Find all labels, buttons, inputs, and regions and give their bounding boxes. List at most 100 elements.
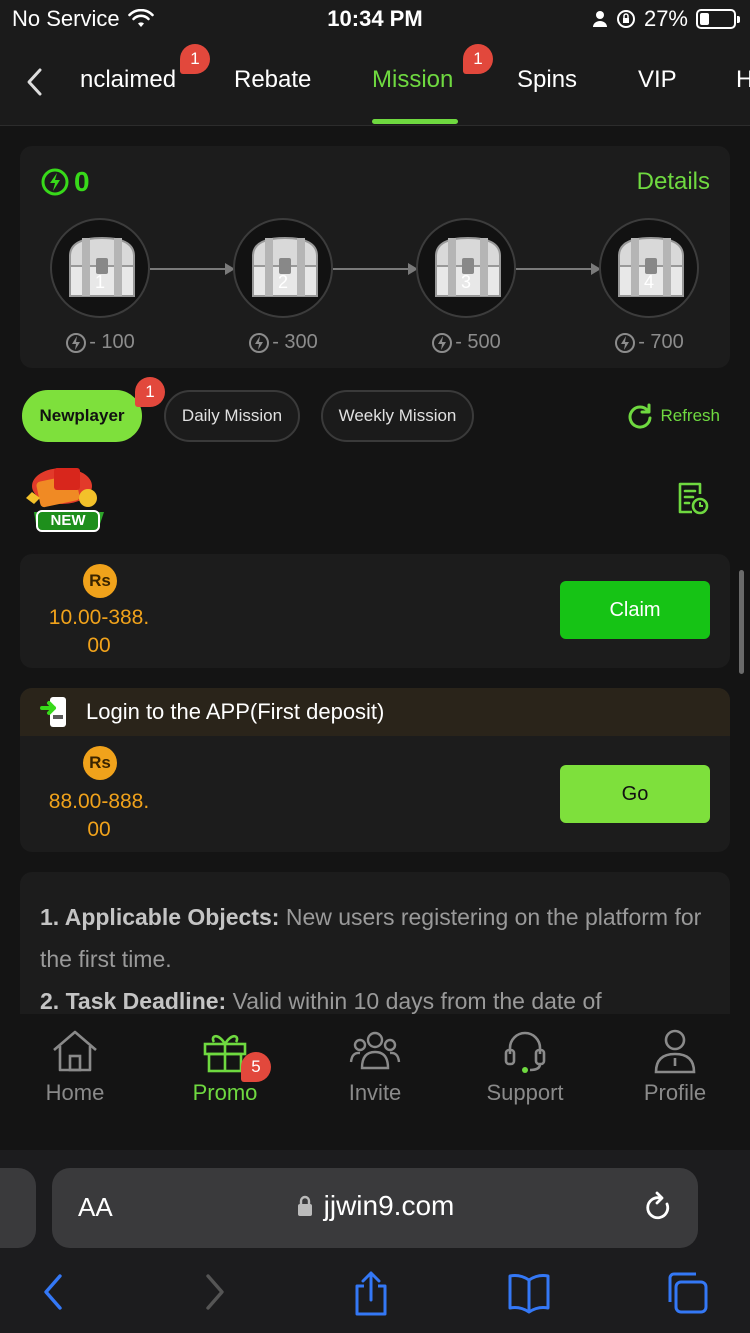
new-gift-illustration: NEW xyxy=(18,464,114,534)
chest-number: 1 xyxy=(94,272,105,292)
filter-daily-mission[interactable]: Daily Mission xyxy=(164,390,300,442)
lightning-points-icon xyxy=(41,168,69,196)
filter-weekly-mission[interactable]: Weekly Mission xyxy=(321,390,474,442)
previous-tab-preview[interactable] xyxy=(0,1168,36,1248)
treasure-chest-2[interactable]: 2 xyxy=(233,218,333,318)
nav-label: Home xyxy=(45,1080,105,1105)
reward-line: 00 xyxy=(87,818,111,841)
chest-cost-value: - 700 xyxy=(638,331,684,353)
status-right: 27% xyxy=(592,6,740,32)
refresh-label: Refresh xyxy=(660,406,720,425)
nav-label: Promo xyxy=(192,1080,258,1105)
tab-rebate[interactable]: Rebate xyxy=(234,66,311,94)
rupee-coin-icon: Rs xyxy=(83,746,117,780)
chest-cost-4: - 700 xyxy=(599,331,699,354)
profile-icon xyxy=(654,1029,696,1074)
home-icon xyxy=(53,1030,97,1072)
mission-reward: 88.00-888. 00 xyxy=(40,788,158,844)
chest-cost-value: - 100 xyxy=(89,331,135,353)
address-bar[interactable]: AA jjwin9.com xyxy=(52,1168,698,1248)
chest-number: 2 xyxy=(277,272,288,292)
mission-points-panel: 0 Details 1 2 3 4 - 100 - 300 - 500 - 70… xyxy=(20,146,730,368)
claim-button[interactable]: Claim xyxy=(560,581,710,639)
headset-icon xyxy=(504,1031,546,1073)
person-icon xyxy=(592,11,607,27)
tab-unclaimed[interactable]: nclaimed xyxy=(80,66,176,94)
tab-vip[interactable]: VIP xyxy=(638,66,677,94)
mission-title-bar: Login to the APP(First deposit) xyxy=(20,688,730,736)
lightning-cost-icon xyxy=(66,332,87,353)
browser-forward-icon[interactable] xyxy=(198,1270,232,1314)
refresh-button[interactable]: Refresh xyxy=(626,402,720,430)
scrollbar[interactable] xyxy=(739,570,744,674)
new-label: NEW xyxy=(36,510,100,532)
nav-invite[interactable]: Invite xyxy=(300,1028,450,1106)
reward-line: 00 xyxy=(87,634,111,657)
chest-cost-3: - 500 xyxy=(416,331,516,354)
treasure-chest-1[interactable]: 1 xyxy=(50,218,150,318)
nav-label: Profile xyxy=(643,1080,707,1105)
tabs-icon[interactable] xyxy=(664,1270,710,1316)
lightning-cost-icon xyxy=(615,332,636,353)
nav-promo[interactable]: Promo xyxy=(150,1028,300,1106)
chest-cost-2: - 300 xyxy=(233,331,333,354)
reward-line: 88.00-888. xyxy=(48,790,150,813)
bottom-nav: Home Promo 5 Invite Support Profile xyxy=(0,1014,750,1150)
lightning-cost-icon xyxy=(249,332,270,353)
mission-history-icon[interactable] xyxy=(676,480,710,516)
tab-spins[interactable]: Spins xyxy=(517,66,577,94)
details-link[interactable]: Details xyxy=(637,168,710,196)
nav-label: Invite xyxy=(348,1080,402,1105)
app-login-icon xyxy=(40,697,66,727)
progress-arrow xyxy=(333,263,418,275)
treasure-chest-3[interactable]: 3 xyxy=(416,218,516,318)
browser-toolbar: AA jjwin9.com xyxy=(0,1150,750,1333)
url-display[interactable]: jjwin9.com xyxy=(52,1190,698,1222)
rule-text: Valid within 10 days from the date of xyxy=(226,988,602,1014)
refresh-icon xyxy=(629,403,652,429)
progress-arrow xyxy=(516,263,601,275)
battery-percent: 27% xyxy=(643,6,688,31)
rule-item: 1. Applicable Objects: New users registe… xyxy=(40,896,710,980)
bookmarks-icon[interactable] xyxy=(506,1270,552,1314)
tab-unclaimed-badge: 1 xyxy=(180,44,210,74)
treasure-chest-4[interactable]: 4 xyxy=(599,218,699,318)
back-chevron-icon[interactable] xyxy=(20,64,50,100)
tab-mission-badge: 1 xyxy=(463,44,493,74)
points-display: 0 xyxy=(40,166,90,198)
points-value: 0 xyxy=(74,166,90,197)
go-button[interactable]: Go xyxy=(560,765,710,823)
lock-icon xyxy=(297,1195,312,1216)
chest-number: 3 xyxy=(460,272,471,292)
browser-nav-tools xyxy=(0,1270,750,1330)
reload-icon[interactable] xyxy=(642,1190,674,1224)
chest-cost-value: - 300 xyxy=(272,331,318,353)
nav-support[interactable]: Support xyxy=(450,1028,600,1106)
mission-title: Login to the APP(First deposit) xyxy=(86,699,385,724)
reward-line: 10.00-388. xyxy=(48,606,150,629)
lightning-cost-icon xyxy=(432,332,453,353)
orientation-lock-icon xyxy=(616,10,635,28)
filter-newplayer[interactable]: Newplayer xyxy=(22,390,142,442)
invite-icon xyxy=(349,1031,401,1070)
chest-cost-1: - 100 xyxy=(50,331,150,354)
battery-icon xyxy=(696,9,740,29)
progress-arrow xyxy=(150,263,235,275)
rupee-coin-icon: Rs xyxy=(83,564,117,598)
chest-number: 4 xyxy=(643,272,654,292)
nav-profile[interactable]: Profile xyxy=(600,1028,750,1106)
nav-home[interactable]: Home xyxy=(0,1028,150,1106)
browser-back-icon[interactable] xyxy=(36,1270,70,1314)
promo-badge: 5 xyxy=(241,1052,271,1082)
status-bar: No Service 10:34 PM 27% xyxy=(0,0,750,38)
mission-card-2: Login to the APP(First deposit) Rs 88.00… xyxy=(20,688,730,852)
rule-heading: 2. Task Deadline: xyxy=(40,988,227,1014)
app-content: nclaimed 1 Rebate Mission 1 Spins VIP H … xyxy=(0,38,750,1150)
nav-label: Support xyxy=(486,1080,564,1105)
active-tab-indicator xyxy=(372,119,458,124)
tab-more[interactable]: H xyxy=(736,66,750,94)
mission-reward: 10.00-388. 00 xyxy=(40,604,158,660)
tab-mission[interactable]: Mission xyxy=(372,66,453,94)
url-text: jjwin9.com xyxy=(323,1190,455,1221)
share-icon[interactable] xyxy=(352,1270,390,1318)
